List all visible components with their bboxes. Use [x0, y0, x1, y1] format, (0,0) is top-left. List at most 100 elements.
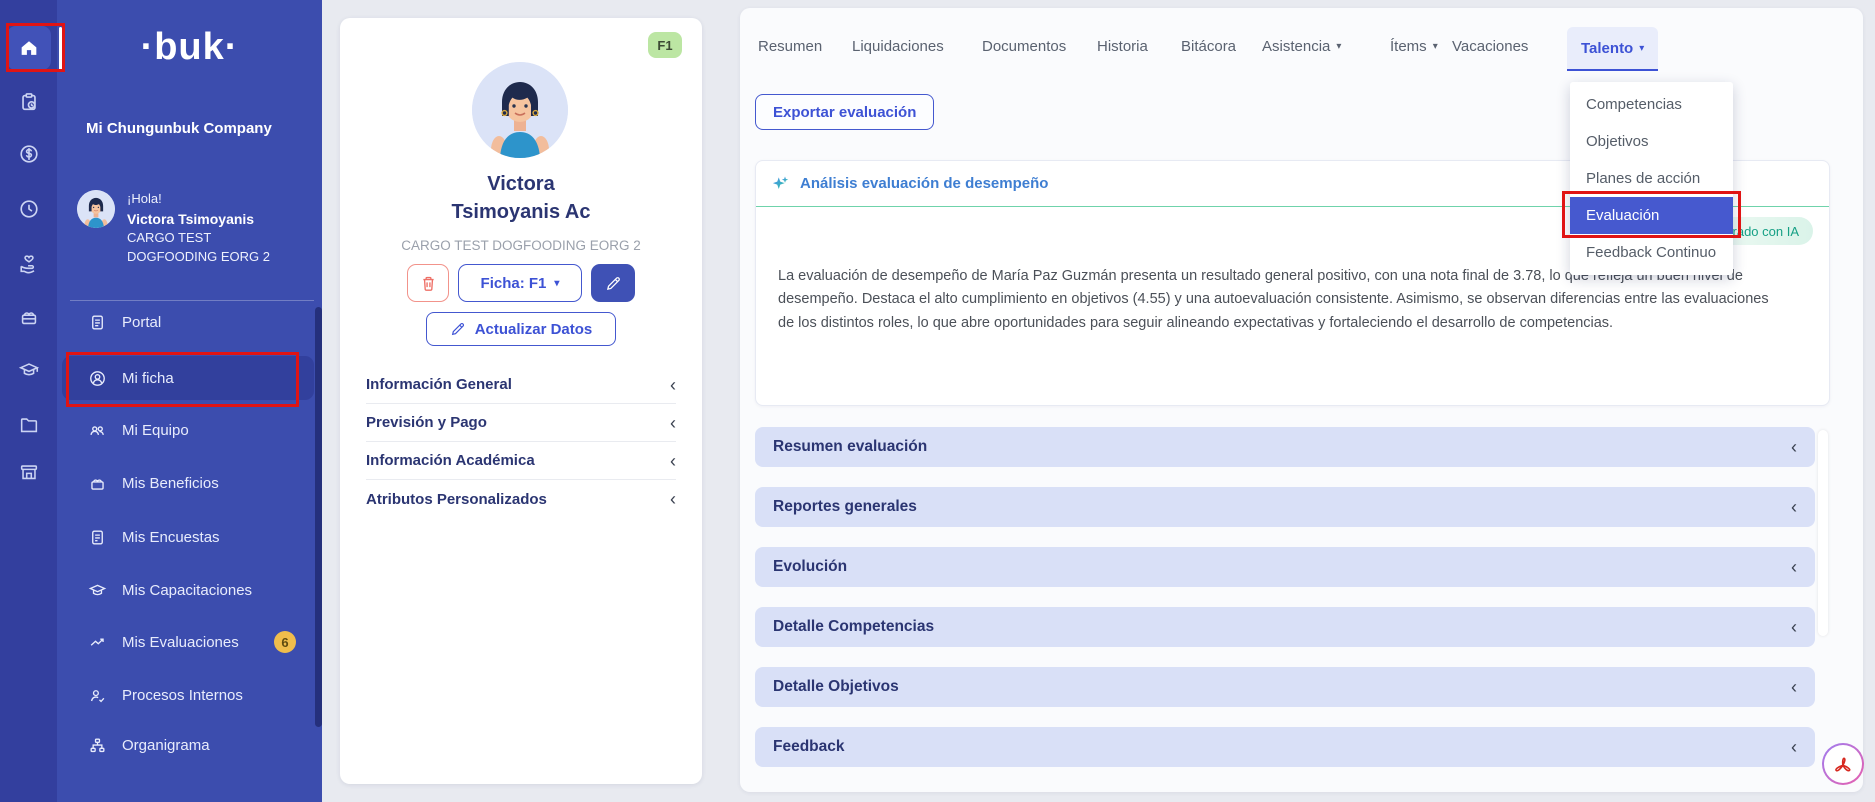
chevron-left-icon: ‹	[1791, 438, 1797, 456]
benefits-hand-icon[interactable]	[0, 247, 57, 281]
celebrations-icon[interactable]	[0, 300, 57, 334]
time-icon[interactable]	[0, 192, 57, 226]
payments-icon[interactable]	[0, 137, 57, 171]
buk-app: ·buk· Mi Chungunbuk Company ¡Hola! Victo…	[0, 0, 1875, 802]
trend-icon	[88, 633, 107, 652]
sidebar-item-organigrama[interactable]: Organigrama	[62, 726, 314, 764]
export-evaluation-button[interactable]: Exportar evaluación	[755, 94, 934, 130]
tab-asistencia[interactable]: Asistencia▾	[1262, 38, 1341, 55]
profile-avatar	[472, 62, 568, 158]
accordion-label: Evolución	[773, 558, 847, 576]
dropdown-item-planes-de-accion[interactable]: Planes de acción	[1570, 160, 1733, 197]
ficha-selector-label: Ficha: F1	[481, 275, 547, 292]
chevron-left-icon: ‹	[1791, 618, 1797, 636]
update-data-button[interactable]: Actualizar Datos	[426, 312, 616, 346]
accordion-feedback[interactable]: Feedback ‹	[755, 727, 1815, 767]
accordion-label: Resumen evaluación	[773, 438, 927, 456]
caret-down-icon: ▾	[1433, 41, 1438, 52]
home-icon[interactable]	[7, 26, 51, 70]
dropdown-item-objetivos[interactable]: Objetivos	[1570, 123, 1733, 160]
graduation-cap-icon	[88, 581, 107, 600]
accordion-reportes-generales[interactable]: Reportes generales‹	[755, 487, 1815, 527]
ficha-selector[interactable]: Ficha: F1 ▾	[458, 264, 582, 302]
sidebar-item-mis-encuestas[interactable]: Mis Encuestas	[62, 518, 314, 556]
chevron-left-icon: ‹	[1791, 498, 1797, 516]
org-chart-icon	[88, 736, 107, 755]
section-prevision-y-pago[interactable]: Previsión y Pago‹	[366, 404, 676, 442]
accordion-label: Feedback	[773, 738, 845, 756]
user-name: Victora Tsimoyanis	[127, 209, 270, 229]
chevron-left-icon: ‹	[670, 414, 676, 432]
section-atributos-personalizados[interactable]: Atributos Personalizados‹	[366, 480, 676, 518]
tab-talento[interactable]: Talento▾	[1567, 27, 1658, 71]
marketplace-icon[interactable]	[0, 455, 57, 489]
sidebar-item-portal[interactable]: Portal	[62, 303, 314, 341]
buk-logo: ·buk·	[57, 26, 322, 69]
user-role-line2: DOGFOODING EORG 2	[127, 248, 270, 267]
section-informacion-academica[interactable]: Información Académica ‹	[366, 442, 676, 480]
chevron-left-icon: ‹	[1791, 738, 1797, 756]
benefits-icon	[88, 474, 107, 493]
caret-down-icon: ▾	[1336, 41, 1341, 52]
accordion-detalle-objetivos[interactable]: Detalle Objetivos‹	[755, 667, 1815, 707]
dropdown-item-evaluacion[interactable]: Evaluación	[1570, 197, 1733, 234]
sidebar-item-mi-equipo[interactable]: Mi Equipo	[62, 411, 314, 449]
chevron-left-icon: ‹	[670, 452, 676, 470]
user-role-line1: CARGO TEST	[127, 229, 270, 248]
notification-badge: 6	[274, 631, 296, 653]
tab-resumen[interactable]: Resumen	[758, 38, 822, 55]
accordion-evolucion[interactable]: Evolución ‹	[755, 547, 1815, 587]
sidebar-divider	[70, 300, 314, 301]
sidebar-scrollbar[interactable]	[315, 307, 322, 727]
update-data-label: Actualizar Datos	[475, 321, 593, 338]
tab-liquidaciones[interactable]: Liquidaciones	[852, 38, 944, 55]
user-summary: ¡Hola! Victora Tsimoyanis CARGO TEST DOG…	[77, 190, 270, 267]
section-label: Información General	[366, 376, 512, 393]
sidebar-item-label: Procesos Internos	[122, 687, 243, 704]
section-label: Información Académica	[366, 452, 535, 469]
sidebar-item-label: Mi ficha	[122, 370, 174, 387]
training-icon[interactable]	[0, 353, 57, 387]
team-icon	[88, 421, 107, 440]
acrobat-icon	[1830, 751, 1856, 777]
tab-items[interactable]: Ítems▾	[1390, 38, 1438, 55]
sidebar-item-label: Mis Evaluaciones	[122, 634, 239, 651]
sidebar-item-mi-ficha[interactable]: Mi ficha	[62, 356, 314, 400]
dropdown-item-feedback-continuo[interactable]: Feedback Continuo	[1570, 234, 1733, 271]
sidebar-item-mis-evaluaciones[interactable]: Mis Evaluaciones 6	[62, 623, 314, 661]
accordion-detalle-competencias[interactable]: Detalle Competencias‹	[755, 607, 1815, 647]
tab-historia[interactable]: Historia	[1097, 38, 1148, 55]
delete-button[interactable]	[407, 264, 449, 302]
content-scrollbar[interactable]	[1818, 430, 1828, 636]
sidebar-item-label: Mis Beneficios	[122, 475, 219, 492]
icon-rail	[0, 0, 57, 802]
sidebar-item-label: Mis Encuestas	[122, 529, 220, 546]
sidebar-item-label: Mis Capacitaciones	[122, 582, 252, 599]
chevron-left-icon: ‹	[670, 376, 676, 394]
pencil-icon	[605, 275, 622, 292]
edit-button[interactable]	[591, 264, 635, 302]
sparkle-icon	[770, 174, 790, 194]
sidebar-item-mis-capacitaciones[interactable]: Mis Capacitaciones	[62, 571, 314, 609]
tab-documentos[interactable]: Documentos	[982, 38, 1066, 55]
tab-bitacora[interactable]: Bitácora	[1181, 38, 1236, 55]
employee-role: CARGO TEST DOGFOODING EORG 2	[340, 238, 702, 253]
chevron-left-icon: ‹	[670, 490, 676, 508]
accordion-resumen-evaluacion[interactable]: Resumen evaluación ‹	[755, 427, 1815, 467]
documents-folder-icon[interactable]	[0, 408, 57, 442]
pencil-icon	[450, 321, 466, 337]
sidebar-item-mis-beneficios[interactable]: Mis Beneficios	[62, 464, 314, 502]
tasks-icon[interactable]	[0, 85, 57, 119]
analysis-body: La evaluación de desempeño de María Paz …	[778, 265, 1780, 335]
tab-vacaciones[interactable]: Vacaciones	[1452, 38, 1528, 55]
chevron-left-icon: ‹	[1791, 558, 1797, 576]
pdf-export-button[interactable]	[1822, 743, 1864, 785]
sidebar-item-procesos-internos[interactable]: Procesos Internos	[62, 676, 314, 714]
greeting: ¡Hola!	[127, 190, 270, 209]
trash-icon	[419, 274, 438, 293]
sidebar-panel: ·buk· Mi Chungunbuk Company ¡Hola! Victo…	[57, 0, 322, 802]
user-avatar	[77, 190, 115, 228]
caret-down-icon: ▾	[554, 278, 559, 289]
dropdown-item-competencias[interactable]: Competencias	[1570, 86, 1733, 123]
section-informacion-general[interactable]: Información General ‹	[366, 366, 676, 404]
